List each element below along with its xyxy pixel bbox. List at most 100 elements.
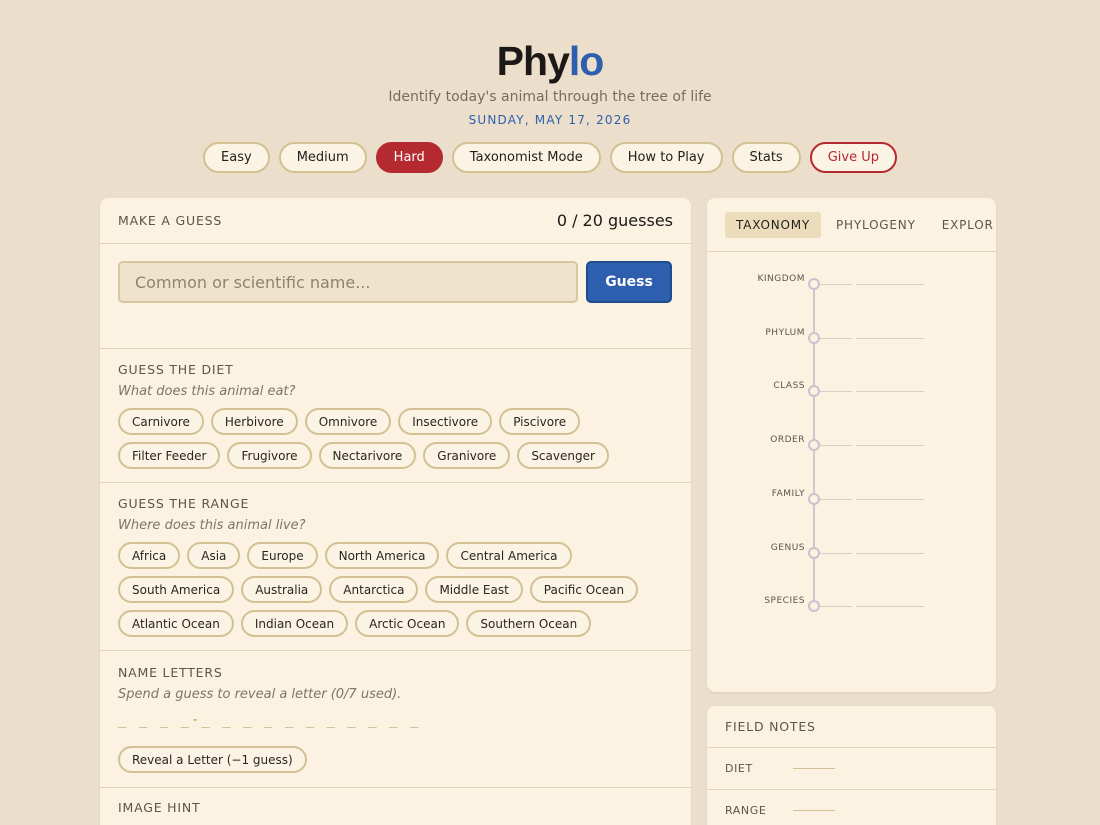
mode-toolbar: Easy Medium Hard Taxonomist Mode How to … (0, 142, 1100, 173)
range-option-chip[interactable]: Europe (247, 542, 318, 569)
note-value-diet (793, 768, 835, 769)
easy-button[interactable]: Easy (203, 142, 270, 173)
range-option-chip[interactable]: Australia (241, 576, 323, 603)
note-label-diet: DIET (725, 762, 753, 775)
rank-label: FAMILY (771, 488, 805, 499)
range-option-chip[interactable]: Indian Ocean (240, 610, 349, 637)
taxonomy-rank-row: SPECIES (707, 596, 996, 626)
taxonomy-rank-row: FAMILY (707, 489, 996, 519)
rank-node-icon (808, 278, 820, 290)
rank-value-placeholder (856, 498, 924, 500)
rank-node-icon (808, 600, 820, 613)
logo-main: Phy (496, 38, 570, 84)
rank-value-placeholder (856, 606, 924, 608)
range-option-chip[interactable]: Africa (118, 542, 181, 569)
subtitle: Identify today's animal through the tree… (388, 89, 712, 105)
reveal-letter-button[interactable]: Reveal a Letter (−1 guess) (118, 746, 307, 773)
range-hint: Where does this animal live? (118, 518, 306, 533)
tab-explore[interactable]: EXPLOR (931, 212, 996, 238)
tab-phylogeny[interactable]: PHYLOGENY (825, 212, 927, 238)
diet-option-chip[interactable]: Frugivore (227, 442, 312, 469)
guess-panel: MAKE A GUESS 0 / 20 guesses Guess GUESS … (100, 198, 691, 825)
field-notes-panel: FIELD NOTES DIET RANGE (707, 706, 996, 825)
letter-blanks: _ _ _ _-_ _ _ _ _ _ _ _ _ _ _ (118, 712, 421, 728)
how-to-play-button[interactable]: How to Play (609, 142, 723, 173)
range-option-chip[interactable]: North America (324, 542, 440, 569)
taxonomy-panel: TAXONOMY PHYLOGENY EXPLOR KINGDOM PHYLUM C… (707, 198, 996, 692)
give-up-button[interactable]: Give Up (809, 142, 897, 173)
range-option-chip[interactable]: Pacific Ocean (529, 576, 639, 603)
field-notes-header: FIELD NOTES (707, 706, 996, 748)
diet-option-chip[interactable]: Scavenger (517, 442, 609, 469)
hard-button[interactable]: Hard (375, 142, 443, 173)
diet-option-chip[interactable]: Carnivore (118, 408, 204, 435)
rank-value-placeholder (856, 445, 924, 447)
range-option-chip[interactable]: South America (118, 576, 235, 603)
note-label-range: RANGE (725, 804, 767, 817)
range-option-chip[interactable]: Atlantic Ocean (118, 610, 234, 637)
rank-label: SPECIES (764, 596, 805, 607)
range-section: GUESS THE RANGE Where does this animal l… (100, 483, 691, 651)
rank-value-placeholder (856, 284, 924, 285)
guess-counter: 0 / 20 guesses (556, 211, 673, 230)
tab-taxonomy[interactable]: TAXONOMY (725, 211, 822, 238)
rank-connector (820, 445, 852, 447)
field-notes-title: FIELD NOTES (725, 719, 816, 734)
rank-connector (820, 337, 852, 339)
range-option-chip[interactable]: Arctic Ocean (355, 610, 460, 637)
range-title: GUESS THE RANGE (118, 496, 250, 511)
note-row-range: RANGE (707, 790, 996, 825)
medium-button[interactable]: Medium (278, 142, 367, 173)
range-option-chip[interactable]: Southern Ocean (466, 610, 592, 637)
rank-label: GENUS (770, 542, 805, 553)
diet-section: GUESS THE DIET What does this animal eat… (100, 349, 691, 483)
guess-header: MAKE A GUESS 0 / 20 guesses (100, 198, 691, 244)
date-label: SUNDAY, MAY 17, 2026 (468, 113, 632, 127)
stats-button[interactable]: Stats (731, 142, 801, 173)
rank-label: PHYLUM (765, 327, 805, 338)
diet-option-chip[interactable]: Granivore (423, 442, 511, 469)
diet-options: Carnivore Herbivore Omnivore Insectivore Pis… (118, 408, 673, 469)
taxonomy-rank-row: CLASS (707, 381, 996, 411)
rank-value-placeholder (856, 391, 924, 393)
guess-input[interactable] (118, 261, 578, 303)
diet-title: GUESS THE DIET (118, 362, 234, 377)
diet-option-chip[interactable]: Omnivore (304, 408, 392, 435)
range-option-chip[interactable]: Antarctica (329, 576, 419, 603)
diet-option-chip[interactable]: Nectarivore (318, 442, 417, 469)
guess-form: Guess (100, 244, 691, 349)
image-hint-title: IMAGE HINT (118, 800, 201, 815)
taxonomy-rank-row: KINGDOM (707, 274, 996, 304)
rank-value-placeholder (856, 337, 924, 339)
rank-node-icon (808, 385, 820, 398)
diet-option-chip[interactable]: Piscivore (499, 408, 581, 435)
range-option-chip[interactable]: Middle East (425, 576, 523, 603)
rank-node-icon (808, 492, 820, 505)
logo-accent: lo (568, 38, 604, 84)
taxonomy-rank-row: PHYLUM (707, 328, 996, 358)
guess-button[interactable]: Guess (586, 261, 672, 303)
rank-connector (820, 498, 852, 500)
name-letters-hint: Spend a guess to reveal a letter (0/7 us… (118, 687, 402, 702)
range-option-chip[interactable]: Central America (446, 542, 572, 569)
taxonomy-tree: KINGDOM PHYLUM CLASS ORDER FAMILY GENUS SPECIE… (707, 252, 996, 672)
rank-label: CLASS (773, 381, 805, 392)
rank-connector (820, 284, 852, 285)
image-hint-section: IMAGE HINT (100, 788, 691, 815)
rank-connector (820, 552, 852, 554)
name-letters-section: NAME LETTERS Spend a guess to reveal a l… (100, 651, 691, 788)
diet-option-chip[interactable]: Filter Feeder (118, 442, 221, 469)
range-option-chip[interactable]: Asia (187, 542, 241, 569)
rank-connector (820, 606, 852, 608)
diet-option-chip[interactable]: Herbivore (210, 408, 298, 435)
logo: Phylo (0, 38, 1100, 85)
diet-hint: What does this animal eat? (118, 384, 296, 399)
rank-node-icon (808, 331, 820, 344)
guess-title: MAKE A GUESS (118, 213, 223, 228)
taxonomist-mode-button[interactable]: Taxonomist Mode (451, 142, 601, 173)
note-row-diet: DIET (707, 748, 996, 790)
diet-option-chip[interactable]: Insectivore (398, 408, 493, 435)
rank-node-icon (808, 439, 820, 452)
name-letters-title: NAME LETTERS (118, 665, 223, 680)
rank-label: ORDER (770, 435, 805, 446)
